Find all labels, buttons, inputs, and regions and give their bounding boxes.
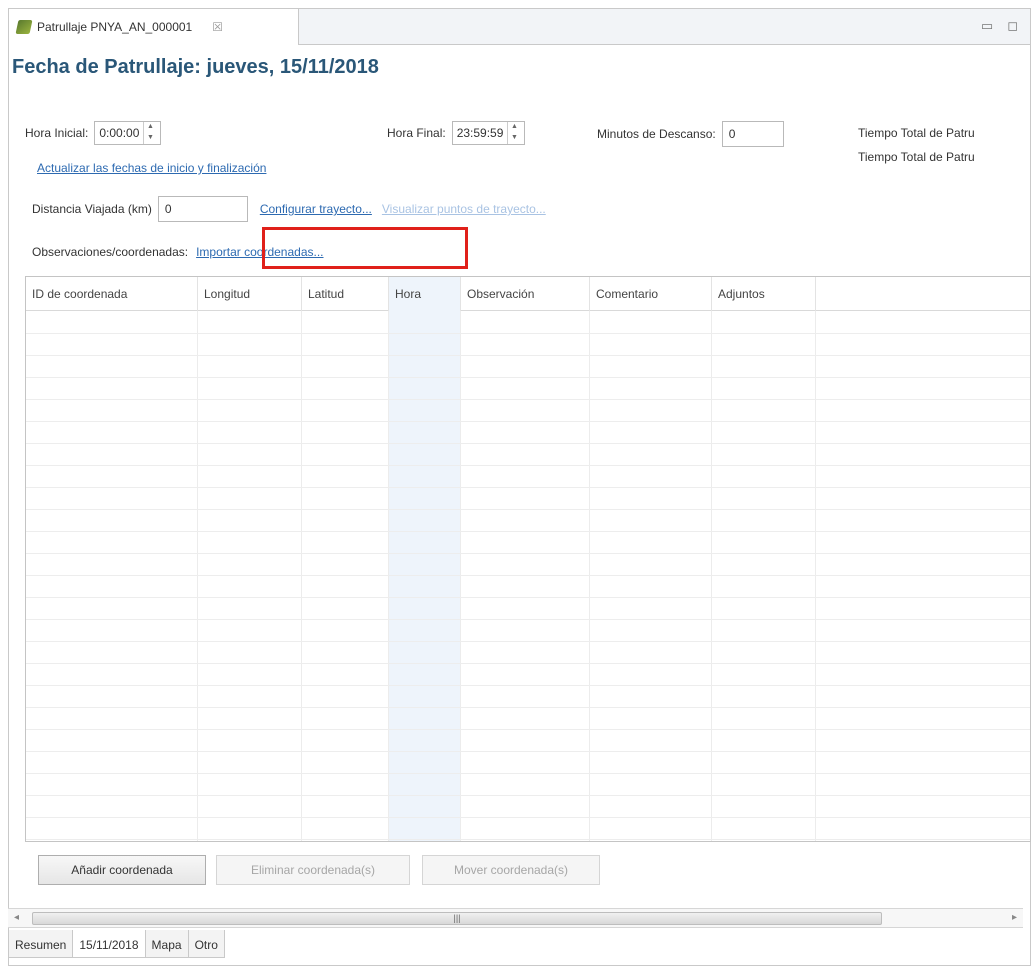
spin-up-icon[interactable]: ▲ — [144, 122, 156, 133]
editor-tab-bar: Patrullaje PNYA_AN_000001 ☒ ▭ ◻ — [9, 9, 1030, 45]
table-row-line — [26, 531, 1030, 532]
column-header-adjuntos[interactable]: Adjuntos — [712, 277, 816, 311]
actualizar-fechas-link[interactable]: Actualizar las fechas de inicio y finali… — [37, 161, 266, 175]
column-adjuntos — [712, 311, 816, 841]
table-row-line — [26, 729, 1030, 730]
minutos-descanso-input[interactable]: 0 — [721, 121, 784, 147]
tab-fecha[interactable]: 15/11/2018 — [72, 930, 146, 958]
hora-final-label: Hora Final: — [387, 126, 446, 140]
table-row-line — [26, 707, 1030, 708]
column-comentario — [590, 311, 712, 841]
hora-inicial-label: Hora Inicial: — [25, 126, 89, 140]
column-header-observacion[interactable]: Observación — [461, 277, 590, 311]
table-row-line — [26, 597, 1030, 598]
table-row-line — [26, 839, 1030, 840]
column-observacion — [461, 311, 590, 841]
tiempo-total-1-label: Tiempo Total de Patru — [858, 126, 975, 140]
column-longitud — [198, 311, 302, 841]
window-controls: ▭ ◻ — [981, 18, 1018, 34]
tab-resumen[interactable]: Resumen — [8, 930, 74, 958]
table-row-line — [26, 443, 1030, 444]
minutos-descanso-row: Minutos de Descanso: 0 — [597, 121, 784, 147]
horizontal-scrollbar[interactable]: ◂ ||| ▸ — [8, 908, 1023, 928]
scroll-thumb[interactable]: ||| — [32, 912, 882, 925]
scroll-left-icon[interactable]: ◂ — [14, 912, 19, 923]
table-row-line — [26, 663, 1030, 664]
actualizar-row: Actualizar las fechas de inicio y finali… — [37, 161, 266, 175]
tiempo-total-2-label: Tiempo Total de Patru — [858, 150, 975, 164]
table-row-line — [26, 619, 1030, 620]
distancia-row: Distancia Viajada (km) 0 Configurar tray… — [32, 196, 546, 222]
column-header-latitud[interactable]: Latitud — [302, 277, 389, 311]
add-coordinate-button[interactable]: Añadir coordenada — [38, 855, 206, 885]
maximize-icon[interactable]: ◻ — [1007, 18, 1018, 34]
tab-otro[interactable]: Otro — [187, 930, 225, 958]
distancia-input[interactable]: 0 — [157, 196, 248, 222]
move-coordinate-button: Mover coordenada(s) — [422, 855, 600, 885]
page-title: Fecha de Patrullaje: jueves, 15/11/2018 — [12, 56, 379, 78]
spin-down-icon[interactable]: ▼ — [144, 133, 156, 144]
spin-down-icon[interactable]: ▼ — [508, 133, 520, 144]
table-row-line — [26, 751, 1030, 752]
minutos-descanso-label: Minutos de Descanso: — [597, 127, 716, 141]
tiempo-total-2: Tiempo Total de Patru — [858, 150, 975, 164]
minimize-icon[interactable]: ▭ — [981, 18, 993, 34]
table-row-line — [26, 575, 1030, 576]
column-latitud — [302, 311, 389, 841]
close-icon[interactable]: ☒ — [212, 20, 223, 34]
hora-inicial-spinner[interactable]: 0:00:00 ▲ ▼ — [94, 121, 162, 145]
table-row-line — [26, 399, 1030, 400]
table-row-line — [26, 509, 1030, 510]
distancia-label: Distancia Viajada (km) — [32, 202, 152, 216]
highlight-box — [262, 227, 468, 269]
visualizar-puntos-link: Visualizar puntos de trayecto... — [381, 202, 546, 216]
table-header: ID de coordenada Longitud Latitud Hora O… — [26, 277, 1030, 311]
table-row-line — [26, 795, 1030, 796]
bottom-tabs: Resumen 15/11/2018 Mapa Otro — [8, 930, 225, 962]
configurar-trayecto-link[interactable]: Configurar trayecto... — [260, 202, 372, 216]
coordinates-table[interactable]: ID de coordenada Longitud Latitud Hora O… — [25, 276, 1031, 842]
hora-final-row: Hora Final: 23:59:59 ▲ ▼ — [387, 121, 526, 145]
hora-final-value: 23:59:59 — [456, 126, 504, 140]
table-row-line — [26, 355, 1030, 356]
table-row-line — [26, 553, 1030, 554]
table-row-line — [26, 685, 1030, 686]
spin-up-icon[interactable]: ▲ — [508, 122, 520, 133]
observaciones-label: Observaciones/coordenadas: — [32, 245, 189, 259]
smart-logo-icon — [15, 20, 33, 34]
column-header-hora[interactable]: Hora — [389, 277, 461, 311]
hora-inicial-row: Hora Inicial: 0:00:00 ▲ ▼ — [25, 121, 162, 145]
editor-tab-title: Patrullaje PNYA_AN_000001 — [37, 20, 193, 34]
hora-inicial-value: 0:00:00 — [99, 126, 140, 140]
hora-final-spinner[interactable]: 23:59:59 ▲ ▼ — [451, 121, 526, 145]
table-row-line — [26, 773, 1030, 774]
table-row-line — [26, 465, 1030, 466]
tab-mapa[interactable]: Mapa — [144, 930, 189, 958]
editor-tab[interactable]: Patrullaje PNYA_AN_000001 ☒ — [9, 9, 299, 45]
delete-coordinate-button: Eliminar coordenada(s) — [216, 855, 410, 885]
table-row-line — [26, 641, 1030, 642]
scroll-right-icon[interactable]: ▸ — [1012, 912, 1017, 923]
table-row-line — [26, 487, 1030, 488]
table-row-line — [26, 817, 1030, 818]
column-header-id[interactable]: ID de coordenada — [26, 277, 198, 311]
table-row-line — [26, 333, 1030, 334]
table-row-line — [26, 377, 1030, 378]
table-row-line — [26, 421, 1030, 422]
tiempo-total-1: Tiempo Total de Patru — [858, 126, 975, 140]
column-hora — [389, 311, 461, 841]
column-header-comentario[interactable]: Comentario — [590, 277, 712, 311]
column-id — [26, 311, 198, 841]
column-header-longitud[interactable]: Longitud — [198, 277, 302, 311]
